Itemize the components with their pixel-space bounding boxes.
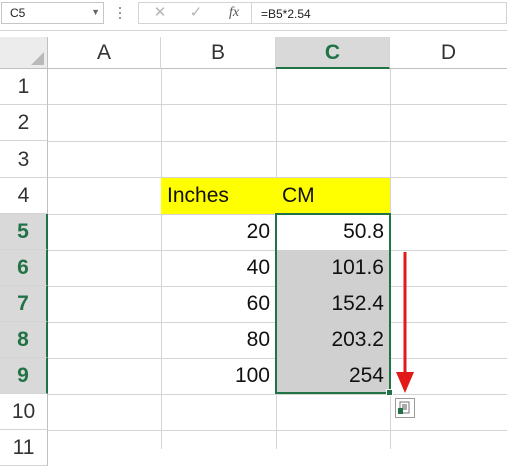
gridline [48, 430, 507, 431]
name-box[interactable]: C5 ▼ [1, 2, 104, 24]
auto-fill-options-icon[interactable] [395, 398, 415, 418]
cell-b6[interactable]: 40 [161, 250, 276, 286]
select-all-button[interactable] [0, 37, 48, 69]
row-header-1[interactable]: 1 [0, 69, 48, 105]
insert-function-icon[interactable]: fx [219, 3, 249, 23]
cell-b8[interactable]: 80 [161, 322, 276, 358]
cell-b7[interactable]: 60 [161, 286, 276, 322]
formula-input[interactable]: =B5*2.54 [252, 2, 507, 24]
down-arrow-icon [396, 252, 414, 393]
chevron-down-icon[interactable]: ▼ [91, 7, 100, 17]
name-box-value: C5 [10, 6, 26, 20]
fill-handle[interactable] [386, 389, 393, 396]
row-header-6[interactable]: 6 [0, 250, 48, 286]
cell-b4[interactable]: Inches [161, 178, 276, 214]
row-header-7[interactable]: 7 [0, 286, 48, 322]
row-header-3[interactable]: 3 [0, 141, 48, 178]
row-header-4[interactable]: 4 [0, 178, 48, 214]
cell-b9[interactable]: 100 [161, 358, 276, 394]
column-header-a[interactable]: A [48, 37, 161, 69]
formula-bar: C5 ▼ ✕ ✓ fx =B5*2.54 [0, 0, 507, 31]
cell-b5[interactable]: 20 [161, 214, 276, 250]
cell-c4[interactable]: CM [276, 178, 390, 214]
column-header-b[interactable]: B [161, 37, 276, 69]
selection-range [275, 213, 391, 394]
formula-buttons: ✕ ✓ fx [138, 2, 252, 24]
gridline [48, 104, 507, 105]
row-header-8[interactable]: 8 [0, 322, 48, 358]
row-header-10[interactable]: 10 [0, 394, 48, 430]
column-header-d[interactable]: D [390, 37, 507, 69]
gridline [48, 141, 507, 142]
row-header-11[interactable]: 11 [0, 430, 48, 466]
row-header-5[interactable]: 5 [0, 214, 48, 250]
row-header-2[interactable]: 2 [0, 105, 48, 141]
gridline [48, 394, 507, 395]
formula-bar-grip[interactable] [119, 7, 122, 21]
row-header-9[interactable]: 9 [0, 358, 48, 394]
column-header-c[interactable]: C [276, 37, 390, 69]
formula-text: =B5*2.54 [261, 7, 311, 21]
enter-icon[interactable]: ✓ [181, 3, 211, 23]
cancel-icon[interactable]: ✕ [145, 3, 175, 23]
